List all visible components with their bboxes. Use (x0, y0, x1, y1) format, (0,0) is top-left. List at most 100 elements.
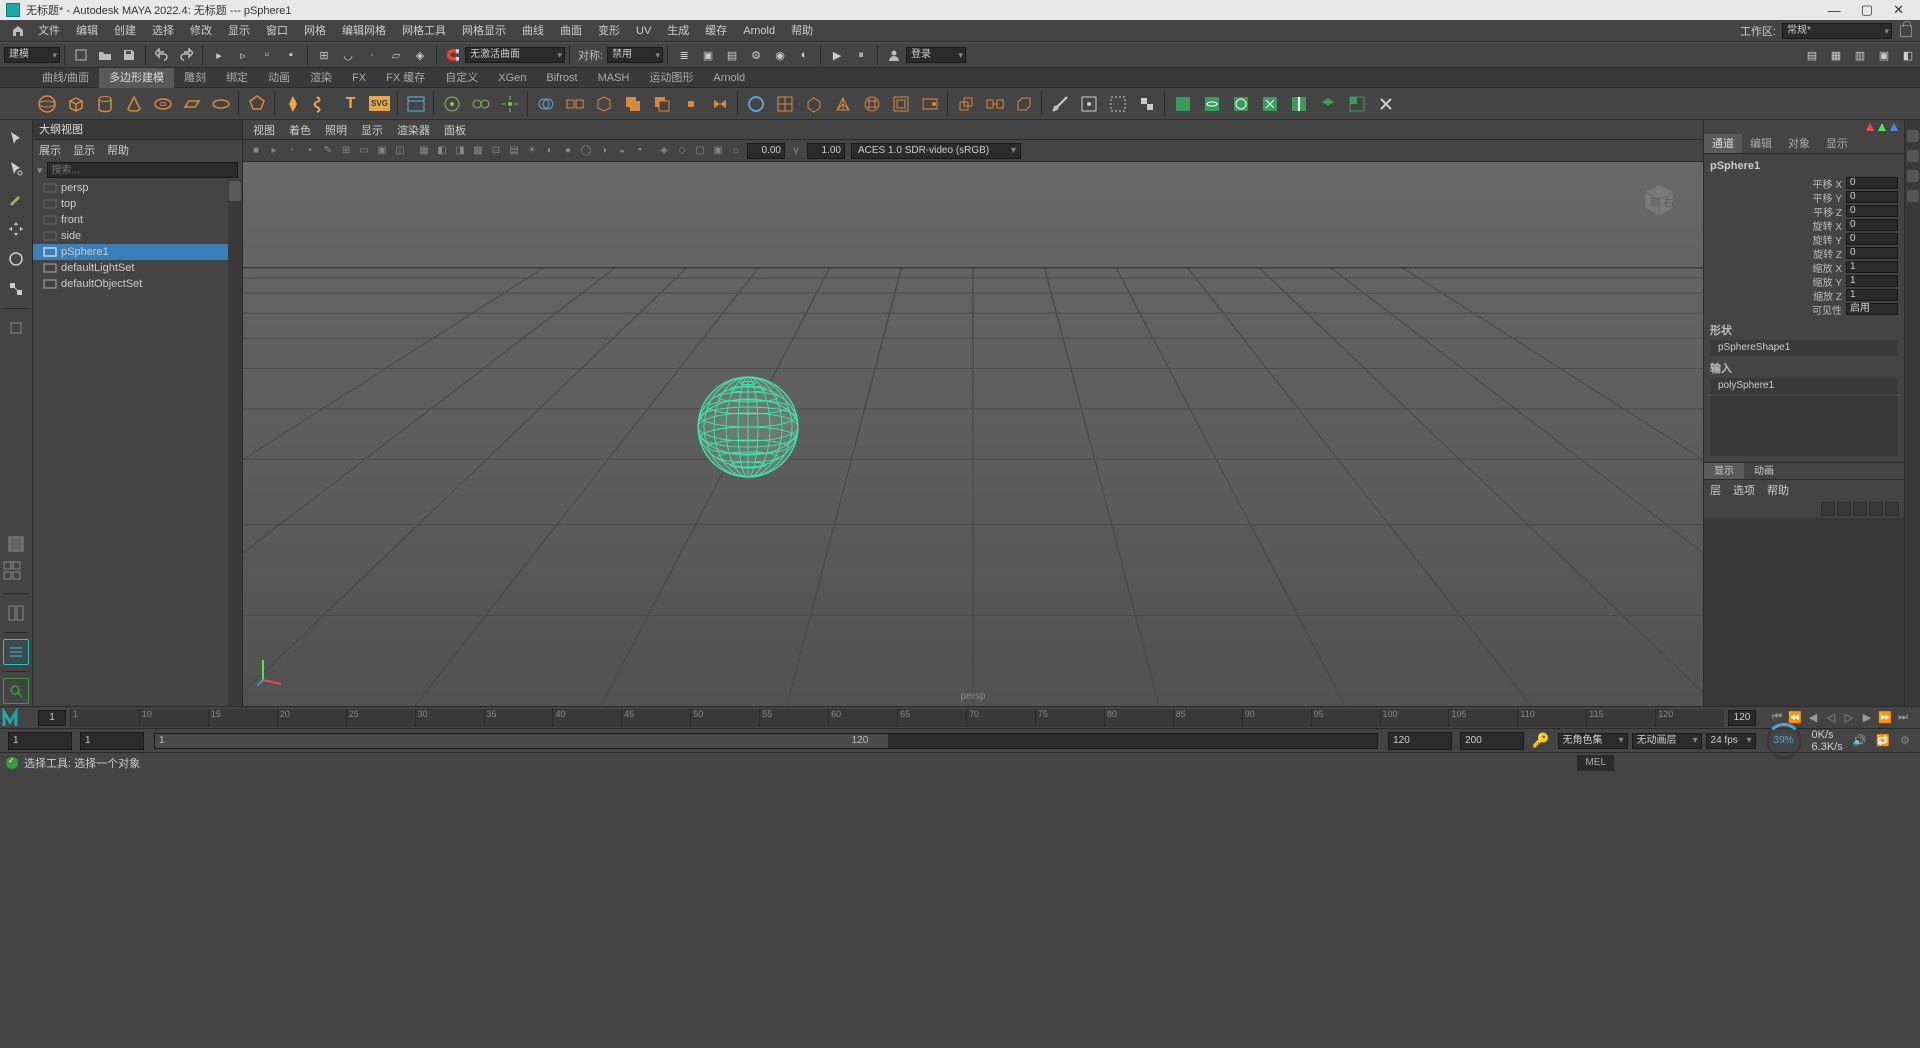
target-weld-icon[interactable] (1076, 91, 1101, 116)
menu-选择[interactable]: 选择 (144, 20, 182, 42)
menu-网格工具[interactable]: 网格工具 (394, 20, 454, 42)
shelf-tab[interactable]: FX 缓存 (376, 68, 435, 88)
polycone-icon[interactable] (121, 91, 146, 116)
shelf-tab[interactable]: Arnold (703, 68, 755, 88)
layer-menu-item[interactable]: 层 (1710, 482, 1721, 498)
channel-tab[interactable]: 通道 (1704, 134, 1742, 153)
lasso-tool[interactable] (3, 156, 29, 182)
colorspace-dropdown[interactable]: ACES 1.0 SDR-video (sRGB) (851, 143, 1021, 159)
panel-icon3[interactable]: ▥ (1849, 44, 1871, 66)
outliner-node[interactable]: pSphere1 (33, 244, 242, 260)
last-tool[interactable] (3, 315, 29, 341)
attr-value[interactable]: 0 (1846, 205, 1898, 217)
range-end2-field[interactable]: 200 (1460, 732, 1524, 750)
audio-icon[interactable]: 🔊 (1853, 734, 1867, 747)
menu-网格[interactable]: 网格 (296, 20, 334, 42)
symmetry-dropdown[interactable]: 禁用 (607, 47, 663, 63)
layer-list[interactable] (1704, 518, 1904, 706)
shape-node[interactable]: pSphereShape1 (1710, 340, 1898, 356)
panel-icon2[interactable]: ▦ (1825, 44, 1847, 66)
range-start2-field[interactable]: 1 (80, 732, 144, 750)
outliner-scrollbar[interactable] (228, 180, 242, 706)
vt-light2-icon[interactable]: ◐ (542, 143, 558, 159)
bevel-icon[interactable] (1011, 91, 1036, 116)
polysphere-icon[interactable] (34, 91, 59, 116)
snap-grid-icon[interactable]: ⊞ (313, 44, 335, 66)
vt-light1-icon[interactable]: ☀ (524, 143, 540, 159)
render-settings-icon[interactable]: ⚙ (745, 44, 767, 66)
soft-select-icon[interactable] (439, 91, 464, 116)
vt-gate-icon[interactable]: ▣ (374, 143, 390, 159)
menu-曲线[interactable]: 曲线 (514, 20, 552, 42)
viewport-menu-item[interactable]: 照明 (325, 122, 347, 138)
menu-编辑网格[interactable]: 编辑网格 (334, 20, 394, 42)
multicut-icon[interactable] (1047, 91, 1072, 116)
svg-icon[interactable]: SVG (367, 91, 392, 116)
vt-bookmk-icon[interactable]: ▸ (266, 143, 282, 159)
bool-diff-icon[interactable] (649, 91, 674, 116)
attr-value[interactable]: 1 (1846, 275, 1898, 287)
attr-value[interactable]: 0 (1846, 247, 1898, 259)
retopo-icon[interactable] (888, 91, 913, 116)
redo-icon[interactable] (175, 44, 197, 66)
menu-修改[interactable]: 修改 (182, 20, 220, 42)
vt-shade1-icon[interactable]: ▦ (416, 143, 432, 159)
shelf-tab[interactable]: 动画 (258, 68, 300, 88)
outliner-node[interactable]: side (33, 228, 242, 244)
sculpt-icon[interactable] (917, 91, 942, 116)
smooth-icon[interactable] (743, 91, 768, 116)
remesh-icon[interactable] (859, 91, 884, 116)
hypershade-icon[interactable]: ◉ (769, 44, 791, 66)
open-scene-icon[interactable] (94, 44, 116, 66)
viewport-menu-item[interactable]: 显示 (361, 122, 383, 138)
channel-tab[interactable]: 编辑 (1742, 134, 1780, 153)
extrude-icon[interactable] (953, 91, 978, 116)
attr-value[interactable]: 0 (1846, 233, 1898, 245)
layer-tab[interactable]: 显示 (1704, 463, 1744, 479)
light-editor-icon[interactable]: ◐ (793, 44, 815, 66)
outliner-toggle-icon[interactable] (3, 639, 29, 665)
layer-btn2-icon[interactable] (1837, 502, 1851, 516)
menu-编辑[interactable]: 编辑 (68, 20, 106, 42)
viewport-menu-item[interactable]: 着色 (289, 122, 311, 138)
menu-显示[interactable]: 显示 (220, 20, 258, 42)
platonic-icon[interactable] (244, 91, 269, 116)
maximize-button[interactable]: ▢ (1861, 2, 1873, 18)
vt-grease-icon[interactable]: ✎ (320, 143, 336, 159)
close-button[interactable]: ✕ (1893, 2, 1904, 18)
uv-planar-icon[interactable] (1170, 91, 1195, 116)
combine-icon[interactable] (533, 91, 558, 116)
layer-btn1-icon[interactable] (1821, 502, 1835, 516)
bool-union-icon[interactable] (620, 91, 645, 116)
minimize-button[interactable]: — (1828, 3, 1841, 18)
vt-shade4-icon[interactable]: ▩ (470, 143, 486, 159)
attr-value[interactable]: 0 (1846, 219, 1898, 231)
menu-缓存[interactable]: 缓存 (697, 20, 735, 42)
rotate-tool[interactable] (3, 246, 29, 272)
quad-draw-icon[interactable] (1134, 91, 1159, 116)
layer-tab[interactable]: 动画 (1744, 463, 1784, 479)
mel-label[interactable]: MEL (1577, 755, 1614, 771)
select-obj-icon[interactable]: ▫ (256, 44, 278, 66)
vt-xjoint-icon[interactable]: ▣ (710, 143, 726, 159)
panel-icon1[interactable]: ▤ (1801, 44, 1823, 66)
polycube-icon[interactable] (63, 91, 88, 116)
snap-point-icon[interactable]: · (361, 44, 383, 66)
uv-cyl-icon[interactable] (1199, 91, 1224, 116)
lock-icon[interactable] (1900, 25, 1912, 37)
polydisc-icon[interactable] (208, 91, 233, 116)
polytorus-icon[interactable] (150, 91, 175, 116)
snap-live-icon[interactable]: ◈ (409, 44, 431, 66)
select-tool[interactable] (3, 126, 29, 152)
attr-value[interactable]: 0 (1846, 177, 1898, 189)
render-icon[interactable]: ▣ (697, 44, 719, 66)
viewport-menu-item[interactable]: 渲染器 (397, 122, 430, 138)
workspace-dropdown[interactable]: 常规* (1782, 23, 1892, 39)
shelf-tab[interactable]: 绑定 (216, 68, 258, 88)
outliner-menu-item[interactable]: 显示 (73, 142, 95, 158)
outliner-node[interactable]: front (33, 212, 242, 228)
snap-plane-icon[interactable]: ▱ (385, 44, 407, 66)
paint-select-tool[interactable] (3, 186, 29, 212)
extract-icon[interactable] (591, 91, 616, 116)
reduce-icon[interactable] (801, 91, 826, 116)
